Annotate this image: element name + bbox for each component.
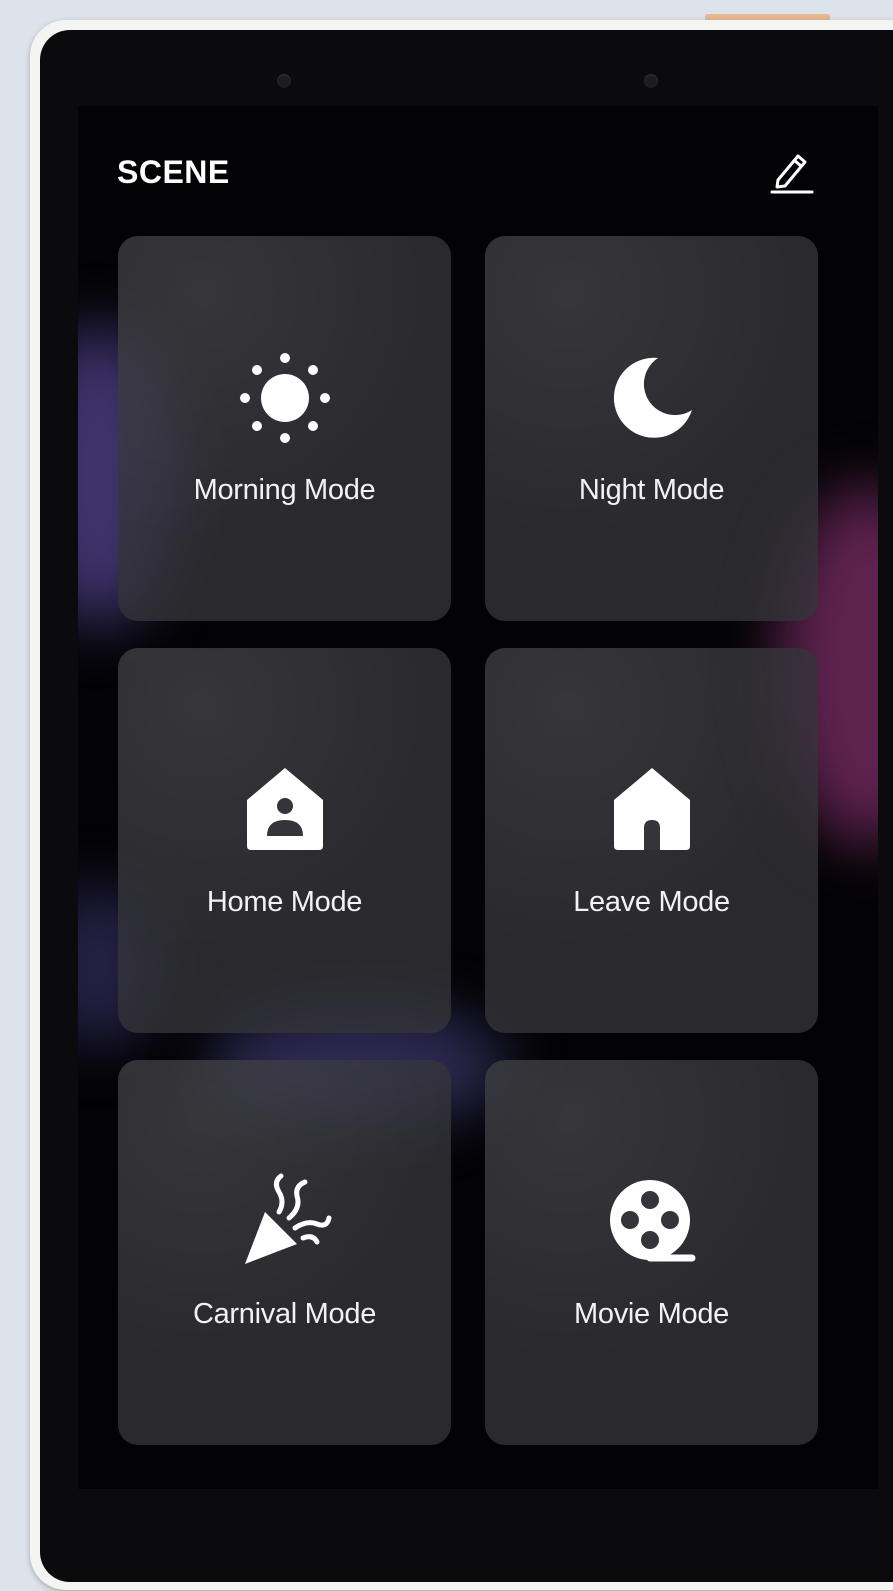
- home-person-icon: [246, 768, 323, 850]
- scene-label: Movie Mode: [574, 1298, 729, 1330]
- stage: SCENE Morning Mode Night Mode Home Mode …: [0, 0, 893, 1591]
- scene-tile-morning[interactable]: Morning Mode: [118, 236, 451, 621]
- scene-icon-wrap: [235, 1172, 335, 1272]
- moon-icon: [613, 357, 692, 438]
- page-title: SCENE: [117, 154, 230, 190]
- scene-tile-night[interactable]: Night Mode: [485, 236, 818, 621]
- scene-icon-wrap: [602, 760, 702, 860]
- scene-label: Night Mode: [578, 474, 725, 506]
- scene-label: Morning Mode: [193, 474, 376, 506]
- scene-tile-carnival[interactable]: Carnival Mode: [118, 1060, 451, 1445]
- scene-label: Leave Mode: [573, 886, 730, 918]
- scene-tile-leave[interactable]: Leave Mode: [485, 648, 818, 1033]
- scene-icon-wrap: [602, 1172, 702, 1272]
- scene-icon-wrap: [235, 760, 335, 860]
- edit-button[interactable]: [766, 146, 816, 196]
- scene-icon-wrap: [602, 348, 702, 448]
- scene-label: Home Mode: [206, 886, 363, 918]
- scene-tile-movie[interactable]: Movie Mode: [485, 1060, 818, 1445]
- camera-lens-right: [644, 74, 658, 88]
- film-reel-icon: [609, 1180, 695, 1262]
- scene-grid: Morning Mode Night Mode Home Mode Leave …: [118, 236, 818, 1445]
- panel-screen: SCENE Morning Mode Night Mode Home Mode …: [78, 106, 878, 1489]
- sun-icon: [239, 353, 330, 443]
- party-popper-icon: [244, 1173, 331, 1264]
- house-icon: [613, 768, 690, 850]
- camera-lens-left: [277, 74, 291, 88]
- pencil-icon: [770, 154, 814, 194]
- scene-tile-home[interactable]: Home Mode: [118, 648, 451, 1033]
- scene-icon-wrap: [235, 348, 335, 448]
- smart-panel-device: SCENE Morning Mode Night Mode Home Mode …: [40, 30, 893, 1582]
- scene-label: Carnival Mode: [192, 1298, 377, 1330]
